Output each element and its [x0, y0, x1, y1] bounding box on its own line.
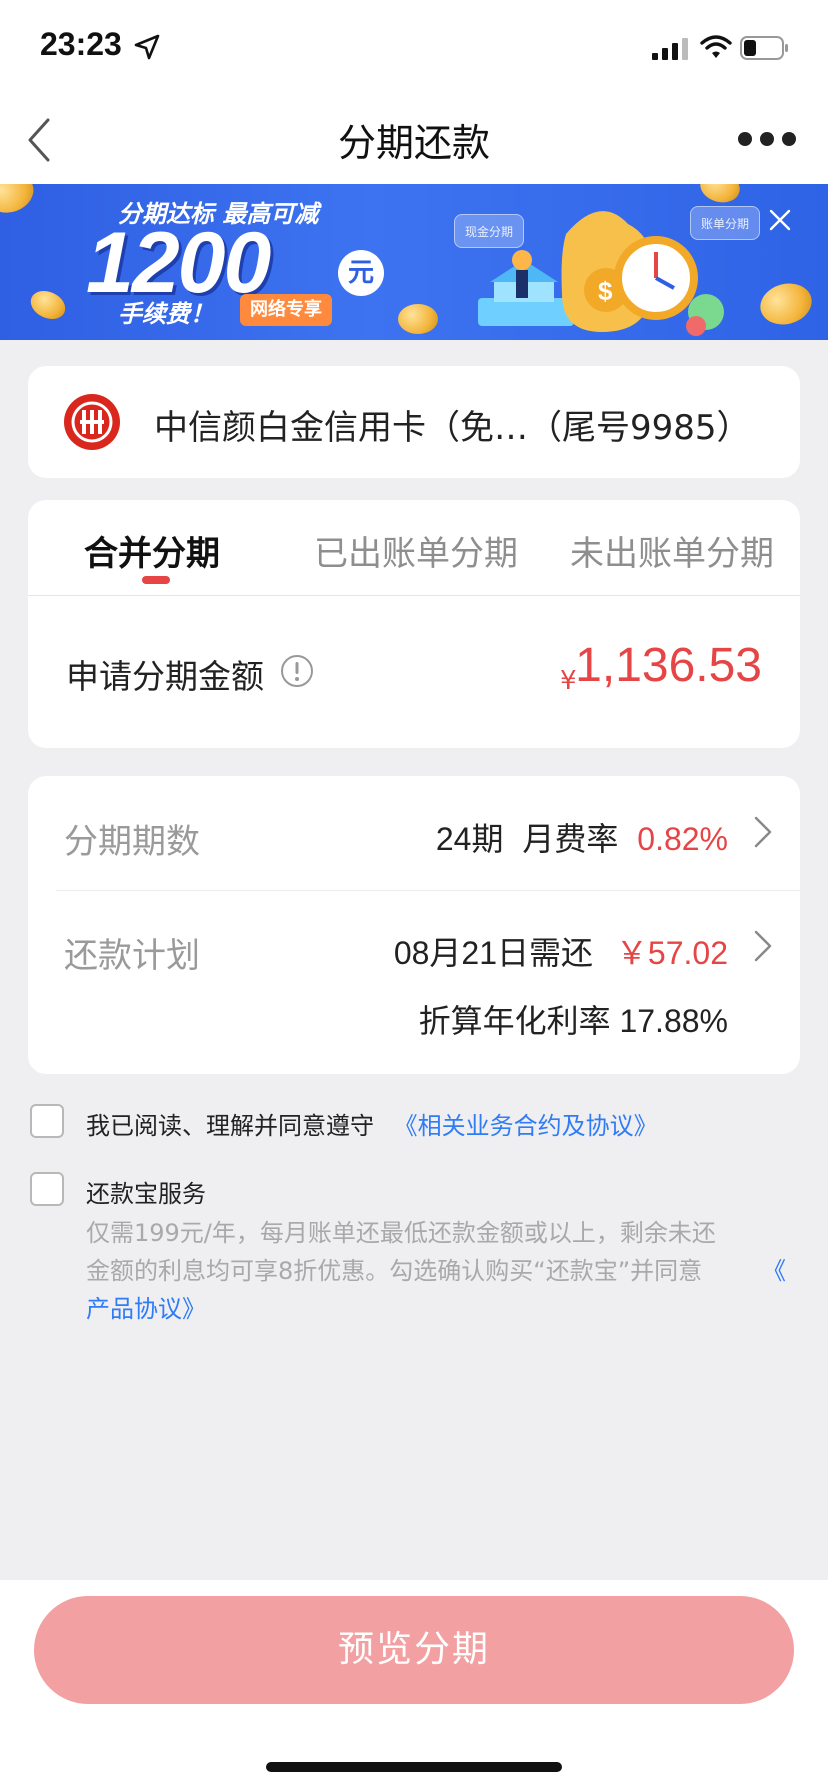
cellular-signal-icon	[652, 38, 690, 64]
service-desc-line2-row: 金额的利息均可享8折优惠。勾选确认购买“还款宝”并同意 《	[86, 1252, 786, 1290]
coin-decoration	[755, 277, 817, 331]
active-tab-indicator	[142, 576, 170, 584]
periods-chevron-icon[interactable]	[752, 812, 774, 856]
schedule-chevron-icon[interactable]	[752, 926, 774, 970]
location-arrow-icon	[134, 34, 160, 64]
rate-label: 月费率	[522, 821, 619, 857]
due-amount: ￥57.02	[615, 935, 728, 971]
installment-panel: 合并分期 已出账单分期 未出账单分期 申请分期金额 ¥ 1,136.53	[28, 500, 800, 748]
svg-text:$: $	[598, 276, 613, 306]
wifi-icon	[700, 34, 732, 64]
installment-tabs: 合并分期 已出账单分期 未出账单分期	[28, 500, 800, 596]
amount-value: 1,136.53	[575, 639, 762, 692]
agreement-row: 我已阅读、理解并同意遵守 《相关业务合约及协议》	[86, 1106, 658, 1141]
banner-close-icon[interactable]	[768, 208, 792, 236]
status-bar: 23:23	[0, 0, 828, 96]
coin-decoration	[0, 184, 40, 220]
tab-unbilled-installment[interactable]: 未出账单分期	[570, 526, 774, 575]
apr-text: 折算年化利率 17.88%	[418, 1003, 728, 1039]
preview-installment-button[interactable]: 预览分期	[34, 1596, 794, 1704]
periods-value: 24期	[435, 821, 504, 857]
service-desc-line2: 金额的利息均可享8折优惠。勾选确认购买“还款宝”并同意	[86, 1257, 703, 1285]
nav-bar: 分期还款	[0, 96, 828, 184]
agreement-checkbox[interactable]	[30, 1104, 64, 1138]
citic-bank-logo	[64, 394, 120, 450]
amount-label: 申请分期金额	[66, 657, 264, 696]
service-desc-line1: 仅需199元/年，每月账单还最低还款金额或以上，剩余未还	[86, 1219, 716, 1247]
due-date-text: 08月21日需还	[393, 935, 594, 971]
rate-value: 0.82%	[637, 821, 728, 857]
tab-billed-installment[interactable]: 已出账单分期	[314, 526, 518, 575]
schedule-row-value[interactable]: 08月21日需还 ￥57.02	[394, 928, 728, 974]
service-checkbox[interactable]	[30, 1172, 64, 1206]
card-name: 中信颜白金信用卡（免…（尾号9985）	[154, 408, 751, 448]
coin-decoration	[398, 304, 438, 334]
status-time: 23:23	[40, 26, 122, 62]
banner-subline: 手续费！	[118, 300, 214, 328]
product-agreement-link-start[interactable]: 《	[762, 1252, 786, 1290]
tab-merged-installment[interactable]: 合并分期	[84, 526, 220, 575]
periods-row-value[interactable]: 24期 月费率 0.82%	[436, 814, 728, 860]
info-icon[interactable]	[280, 654, 314, 692]
banner-tag: 网络专享	[240, 294, 332, 326]
page-title: 分期还款	[337, 121, 490, 165]
divider	[56, 890, 800, 891]
money-bag-clock-illustration: $	[470, 194, 730, 340]
periods-label: 分期期数	[64, 822, 200, 862]
home-indicator	[266, 1762, 562, 1772]
schedule-label: 还款计划	[64, 936, 200, 976]
banner-unit: 元	[338, 250, 384, 296]
agreement-text: 我已阅读、理解并同意遵守	[86, 1112, 374, 1140]
service-description: 仅需199元/年，每月账单还最低还款金额或以上，剩余未还 金额的利息均可享8折优…	[86, 1214, 786, 1328]
battery-icon	[740, 36, 790, 64]
promo-banner[interactable]: 分期达标 最高可减 1200 元 手续费！ 网络专享 现金分期 账单分期 $	[0, 184, 828, 340]
card-selector[interactable]: 中信颜白金信用卡（免…（尾号9985）	[28, 366, 800, 478]
more-options-icon[interactable]	[736, 130, 798, 152]
agreement-link[interactable]: 《相关业务合约及协议》	[394, 1112, 658, 1140]
product-agreement-link[interactable]: 产品协议》	[86, 1290, 786, 1328]
plan-panel: 分期期数 24期 月费率 0.82% 还款计划 08月21日需还 ￥57.02 …	[28, 776, 800, 1074]
service-title: 还款宝服务	[86, 1180, 206, 1208]
amount-currency: ¥	[560, 666, 577, 696]
coin-decoration	[26, 285, 70, 325]
